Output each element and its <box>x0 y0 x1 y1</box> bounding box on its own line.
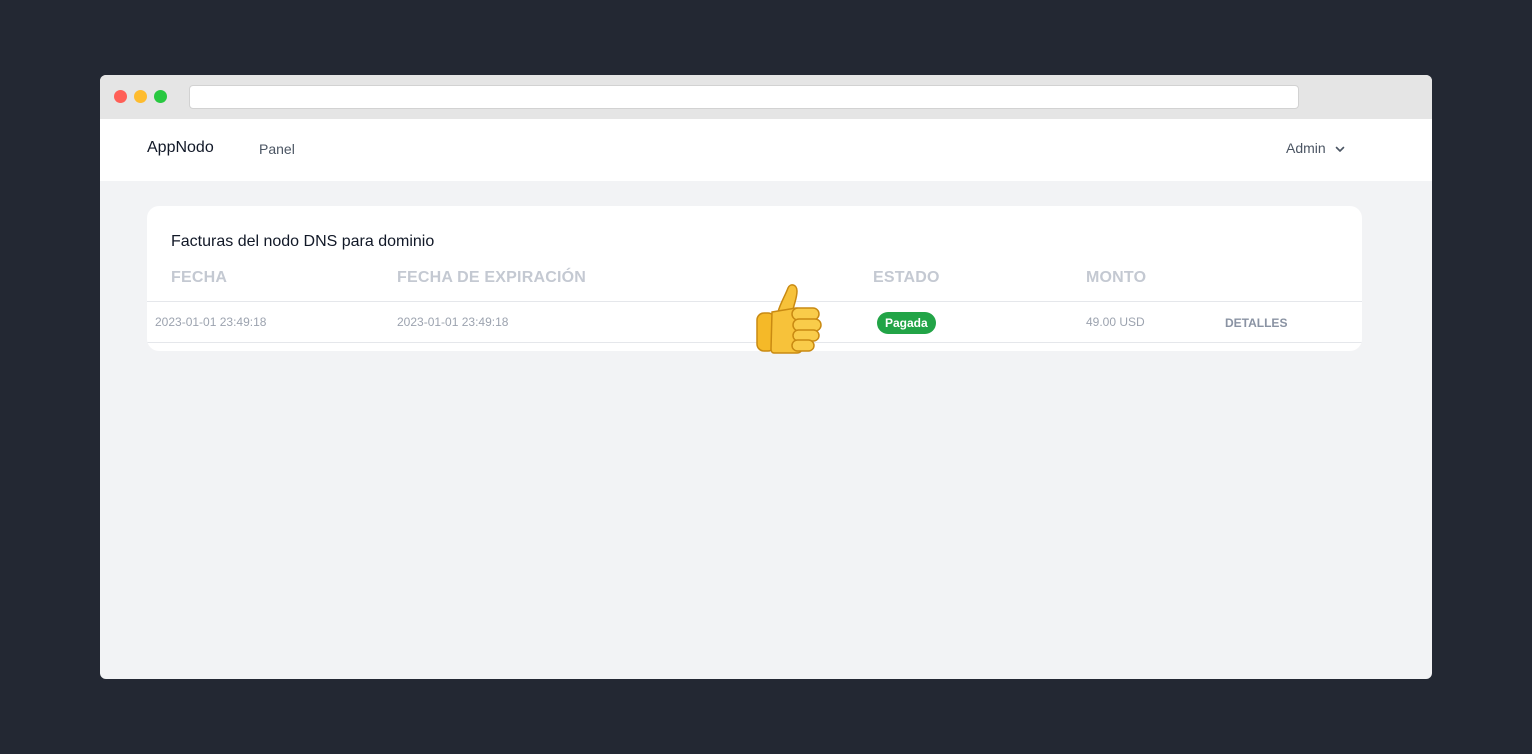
details-link[interactable]: DETALLES <box>1225 316 1287 330</box>
top-navbar: AppNodo Panel Admin <box>100 119 1432 181</box>
maximize-window-button[interactable] <box>154 90 167 103</box>
nav-link-panel[interactable]: Panel <box>259 141 295 157</box>
brand-logo[interactable]: AppNodo <box>147 139 214 157</box>
browser-titlebar <box>100 75 1432 119</box>
user-menu-label: Admin <box>1286 140 1326 156</box>
cell-expiration: 2023-01-01 23:49:18 <box>397 315 509 329</box>
column-header-status: ESTADO <box>873 269 940 286</box>
column-header-expiration: FECHA DE EXPIRACIÓN <box>397 269 587 286</box>
thumbs-up-icon <box>752 282 826 361</box>
cell-amount: 49.00 USD <box>1086 315 1145 329</box>
user-menu-dropdown[interactable]: Admin <box>1286 140 1345 156</box>
status-badge: Pagada <box>877 312 936 334</box>
cell-date: 2023-01-01 23:49:18 <box>155 315 267 329</box>
minimize-window-button[interactable] <box>134 90 147 103</box>
column-header-amount: MONTO <box>1086 269 1147 286</box>
chevron-down-icon <box>1326 140 1345 156</box>
address-bar[interactable] <box>189 85 1299 109</box>
browser-window: AppNodo Panel Admin Facturas del nodo DN… <box>100 75 1432 679</box>
invoices-title: Facturas del nodo DNS para dominio <box>171 233 435 250</box>
close-window-button[interactable] <box>114 90 127 103</box>
column-header-date: FECHA <box>171 269 228 286</box>
